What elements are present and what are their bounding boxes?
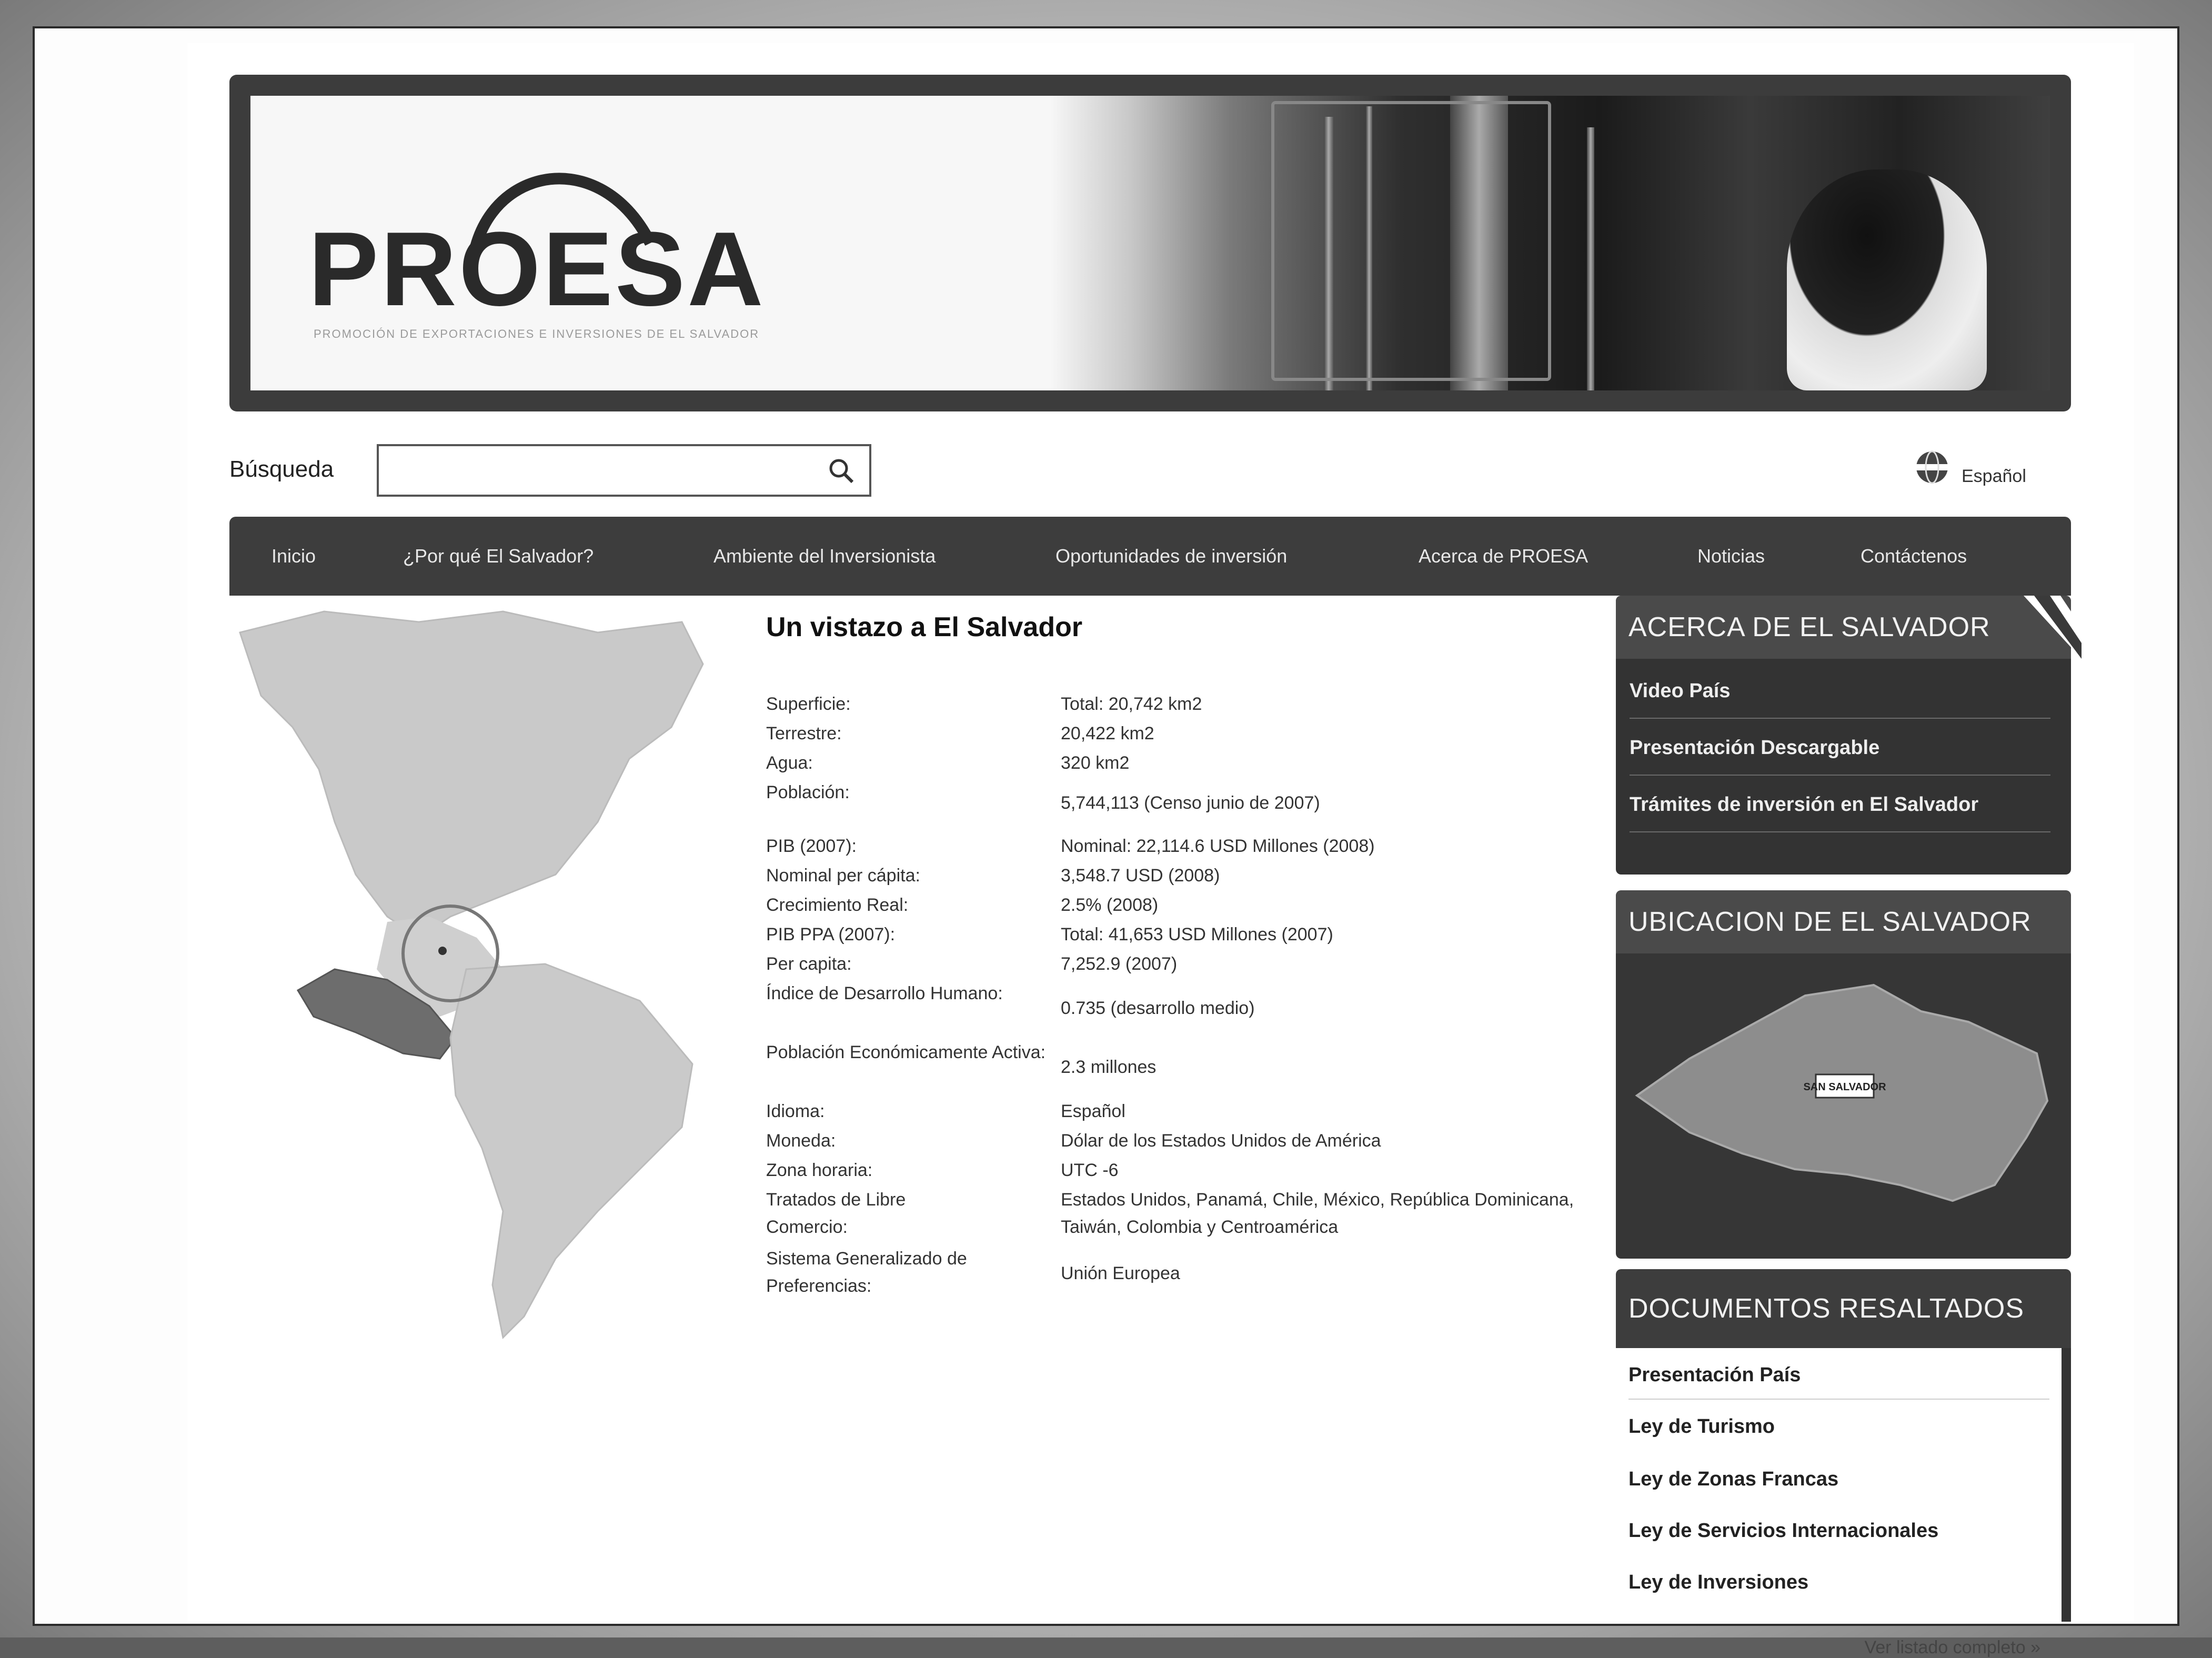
divider	[1630, 831, 2050, 832]
search-label: Búsqueda	[229, 456, 334, 482]
doc-ley-servicios-internacionales[interactable]: Ley de Servicios Internacionales	[1628, 1520, 1938, 1542]
corner-ribbon-icon	[2024, 596, 2082, 659]
fact-label: Agua:	[766, 753, 813, 773]
language-selector[interactable]: Español	[1913, 448, 2050, 490]
page-title: Un vistazo a El Salvador	[766, 612, 1083, 642]
fact-label: Terrestre:	[766, 724, 842, 743]
divider	[1630, 718, 2050, 719]
photo-frame	[1271, 101, 1551, 381]
location-box: UBICACION DE EL SALVADOR SAN SALVADOR	[1616, 890, 2071, 1259]
photo-worker	[1787, 169, 1987, 390]
fact-value: 320 km2	[1061, 753, 1130, 773]
doc-presentacion-pais[interactable]: Presentación País	[1628, 1364, 1801, 1386]
globe-icon	[1916, 450, 1948, 484]
nav-item-noticias[interactable]: Noticias	[1697, 517, 1765, 596]
browser-screen: PROESA PROMOCIÓN DE EXPORTACIONES E INVE…	[33, 26, 2179, 1657]
fact-value: Estados Unidos, Panamá, Chile, México, R…	[1061, 1190, 1574, 1237]
main-navigation: Inicio ¿Por qué El Salvador? Ambiente de…	[229, 517, 2071, 596]
box-title: DOCUMENTOS RESALTADOS	[1628, 1293, 2024, 1324]
documents-box-header: DOCUMENTOS RESALTADOS	[1616, 1269, 2071, 1348]
photo-rod	[1587, 127, 1594, 390]
documents-box: Presentación País Ley de Turismo Ley de …	[1616, 1348, 2071, 1657]
nav-item-oportunidades[interactable]: Oportunidades de inversión	[1055, 517, 1287, 596]
fact-label: PIB PPA (2007):	[766, 925, 896, 944]
nav-item-por-que[interactable]: ¿Por qué El Salvador?	[403, 517, 594, 596]
doc-ley-turismo[interactable]: Ley de Turismo	[1628, 1415, 1775, 1438]
fact-label: Moneda:	[766, 1131, 836, 1151]
link-presentacion-descargable[interactable]: Presentación Descargable	[1630, 737, 2050, 759]
el-salvador-map[interactable]: SAN SALVADOR	[1626, 964, 2060, 1248]
divider	[1630, 775, 2050, 776]
web-page: PROESA PROMOCIÓN DE EXPORTACIONES E INVE…	[187, 43, 2134, 1657]
fact-label: Índice de Desarrollo Humano:	[766, 983, 1003, 1003]
nav-item-ambiente[interactable]: Ambiente del Inversionista	[713, 517, 936, 596]
fact-value: 5,744,113 (Censo junio de 2007)	[1061, 793, 1320, 813]
header-photo	[1050, 96, 2050, 390]
map-marker-label: SAN SALVADOR	[1803, 1081, 1886, 1093]
proesa-logo[interactable]: PROESA	[308, 217, 766, 322]
fact-label: PIB (2007):	[766, 836, 857, 856]
fact-value: Unión Europea	[1061, 1263, 1180, 1283]
header-inner: PROESA PROMOCIÓN DE EXPORTACIONES E INVE…	[250, 96, 2050, 390]
fact-label: Nominal per cápita:	[766, 866, 920, 886]
fact-label: Idioma:	[766, 1101, 825, 1121]
search-icon[interactable]	[826, 456, 858, 487]
box-header: ACERCA DE EL SALVADOR	[1616, 596, 2082, 659]
header-banner: PROESA PROMOCIÓN DE EXPORTACIONES E INVE…	[229, 75, 2071, 411]
fact-label: Sistema Generalizado de Preferencias:	[766, 1249, 967, 1296]
fact-value: 2.3 millones	[1061, 1057, 1157, 1077]
link-tramites-inversion[interactable]: Trámites de inversión en El Salvador	[1630, 793, 2050, 816]
box-title: ACERCA DE EL SALVADOR	[1628, 612, 1990, 642]
box-title: UBICACION DE EL SALVADOR	[1628, 907, 2032, 937]
language-label: Español	[1962, 466, 2026, 486]
fact-value: Nominal: 22,114.6 USD Millones (2008)	[1061, 836, 1375, 856]
nav-item-inicio[interactable]: Inicio	[272, 517, 316, 596]
doc-ley-zonas-francas[interactable]: Ley de Zonas Francas	[1628, 1468, 1838, 1491]
nav-item-acerca[interactable]: Acerca de PROESA	[1419, 517, 1588, 596]
fact-value: Total: 41,653 USD Millones (2007)	[1061, 925, 1333, 944]
fact-value: Dólar de los Estados Unidos de América	[1061, 1131, 1381, 1151]
fact-value: Español	[1061, 1101, 1125, 1121]
fact-value: UTC -6	[1061, 1160, 1119, 1180]
americas-map	[239, 610, 704, 1340]
fact-label: Tratados de Libre Comercio:	[766, 1190, 906, 1237]
about-el-salvador-box: ACERCA DE EL SALVADOR Video País Present…	[1616, 596, 2082, 875]
fact-value: 2.5% (2008)	[1061, 895, 1159, 915]
fact-label: Zona horaria:	[766, 1160, 873, 1180]
box-header: UBICACION DE EL SALVADOR	[1616, 890, 2071, 953]
fact-label: Per capita:	[766, 954, 852, 974]
fact-value: Total: 20,742 km2	[1061, 694, 1202, 714]
fact-value: 0.735 (desarrollo medio)	[1061, 998, 1255, 1018]
nav-item-contactenos[interactable]: Contáctenos	[1861, 517, 1967, 596]
search-input[interactable]	[377, 444, 871, 497]
fact-label: Población Económicamente Activa:	[766, 1042, 1046, 1062]
fact-label: Crecimiento Real:	[766, 895, 909, 915]
fact-value: 7,252.9 (2007)	[1061, 954, 1178, 974]
divider	[1628, 1399, 2049, 1400]
doc-ley-inversiones[interactable]: Ley de Inversiones	[1628, 1571, 1808, 1594]
view-full-list-link[interactable]: Ver listado completo »	[1864, 1637, 2040, 1658]
fact-value: 20,422 km2	[1061, 724, 1154, 743]
fact-label: Superficie:	[766, 694, 851, 714]
fact-label: Población:	[766, 782, 850, 802]
fact-value: 3,548.7 USD (2008)	[1061, 866, 1220, 886]
logo-tagline: PROMOCIÓN DE EXPORTACIONES E INVERSIONES…	[314, 327, 760, 340]
link-video-pais[interactable]: Video País	[1630, 680, 2050, 702]
